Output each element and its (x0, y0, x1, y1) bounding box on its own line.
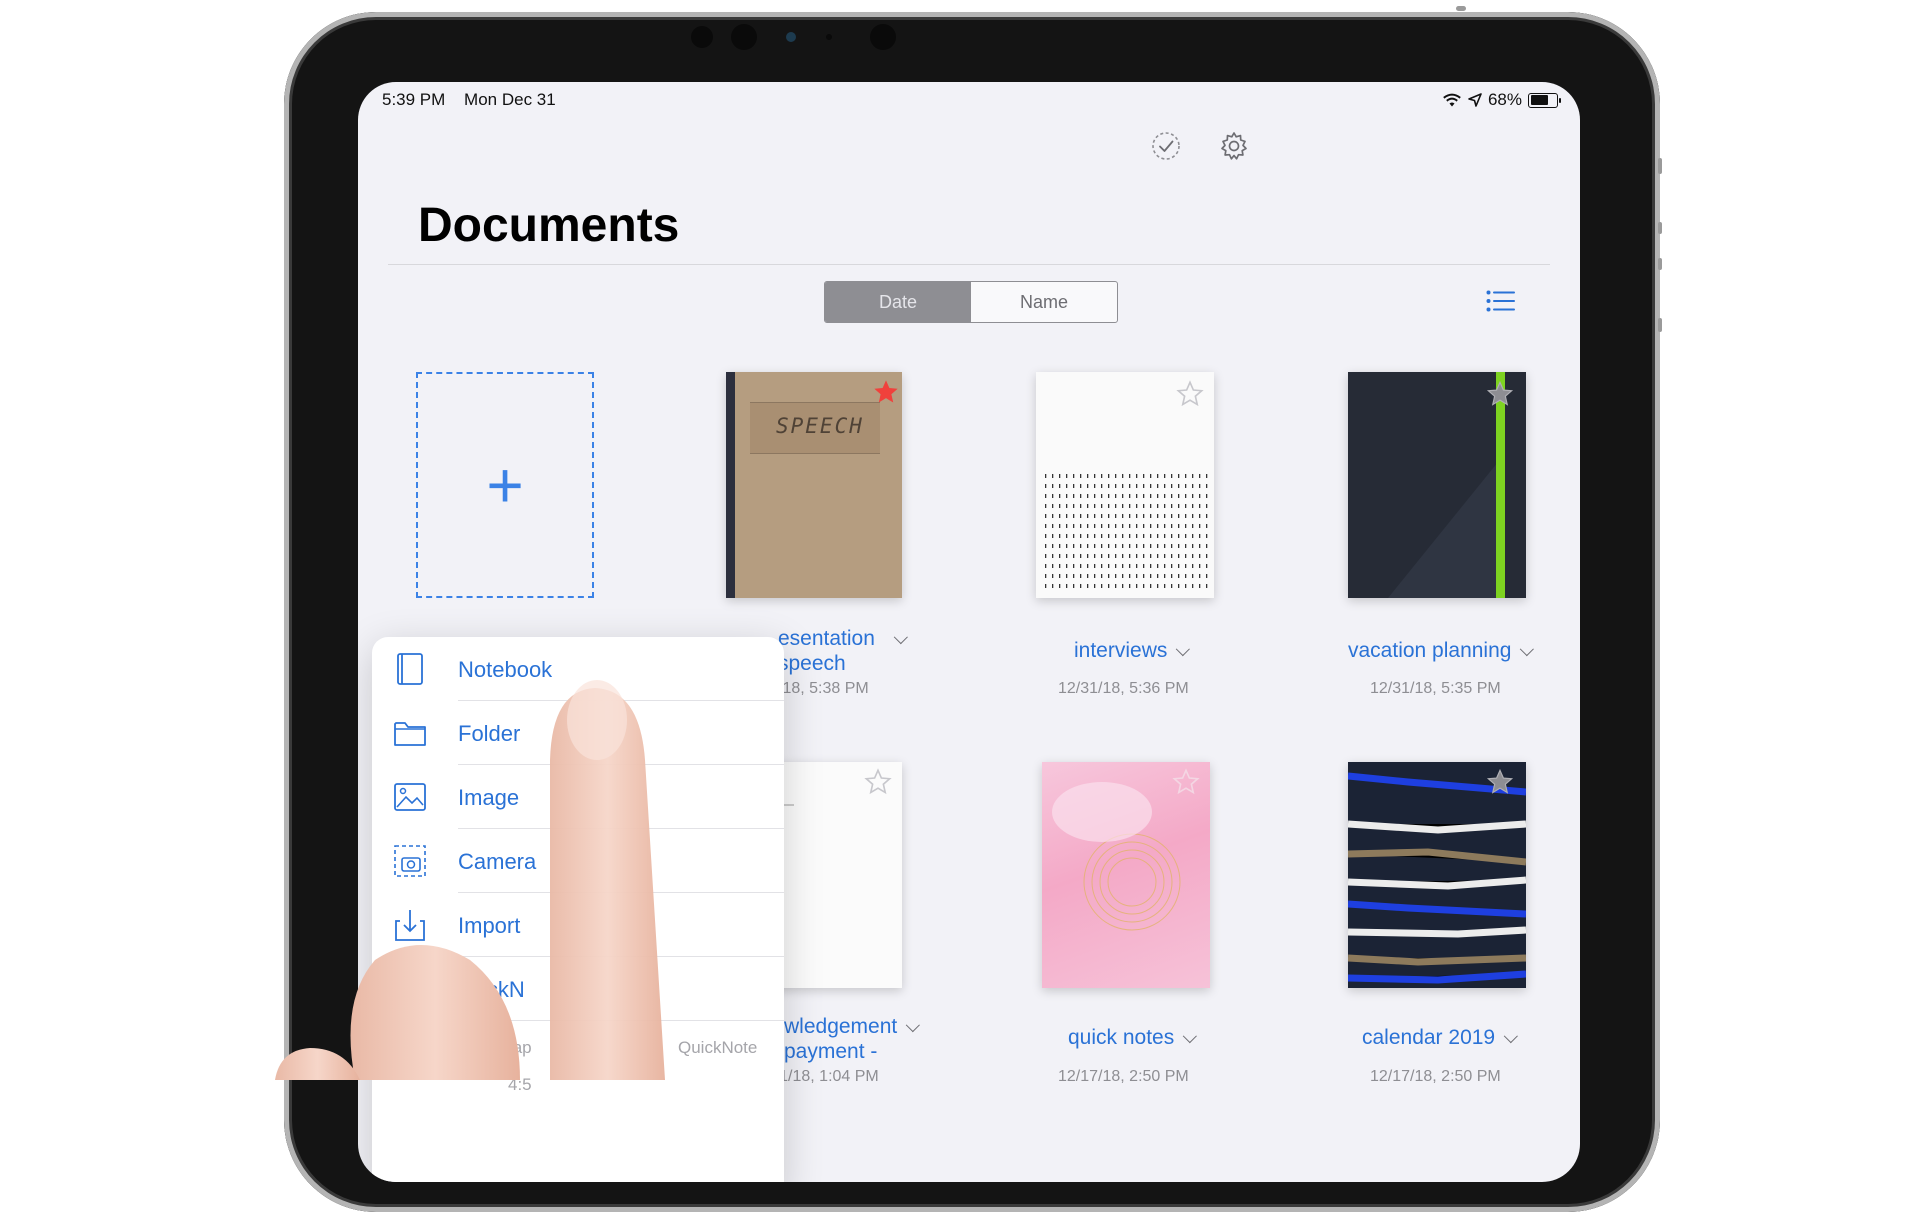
star-filled-icon[interactable] (872, 378, 900, 406)
menu-item-quicknote[interactable]: ickN (372, 957, 784, 1021)
document-name[interactable]: payment - (784, 1040, 877, 1064)
status-bar-left: 5:39 PM Mon Dec 31 (382, 90, 556, 110)
menu-item-label: ickN (482, 977, 525, 1002)
folder-icon (394, 722, 426, 746)
title-divider (388, 264, 1550, 265)
star-outline-icon[interactable] (864, 768, 892, 796)
document-date: 12/31/18, 5:36 PM (1058, 680, 1189, 697)
app-screen: 5:39 PM Mon Dec 31 68% Documents Date Na… (358, 82, 1580, 1182)
new-item-popover: Notebook Folder Image Camera Import ickN… (372, 637, 784, 1182)
plus-icon: + (486, 449, 524, 521)
menu-item-import[interactable]: Import (372, 893, 784, 957)
page-title: Documents (418, 199, 680, 252)
volume-button (1658, 318, 1662, 332)
menu-item-label: Image (458, 785, 520, 810)
menu-item-label: Notebook (458, 657, 553, 682)
status-time: 5:39 PM (382, 90, 446, 109)
document-date: 12/31/18, 5:35 PM (1370, 680, 1501, 697)
new-document-button[interactable]: + (416, 372, 594, 598)
quicknote-hint: QuickNote (678, 1038, 758, 1057)
status-date: Mon Dec 31 (464, 90, 556, 109)
quicknote-hint: 4:5 (508, 1075, 532, 1094)
document-name[interactable]: interviews (1074, 639, 1191, 663)
menu-item-notebook[interactable]: Notebook (372, 637, 784, 701)
cover-spine (726, 372, 735, 598)
star-outline-icon[interactable] (1486, 768, 1514, 796)
camera-dot (826, 34, 832, 40)
menu-item-image[interactable]: Image (372, 765, 784, 829)
volume-button (1658, 158, 1662, 174)
volume-button (1658, 222, 1662, 234)
checkmark-circle-icon[interactable] (1150, 130, 1182, 162)
menu-item-folder[interactable]: Folder (372, 701, 784, 765)
sort-date-segment[interactable]: Date (825, 282, 971, 322)
star-outline-icon[interactable] (1486, 380, 1514, 408)
import-icon (395, 910, 425, 941)
menu-item-label: Import (458, 913, 521, 938)
menu-item-label: Folder (458, 721, 521, 746)
star-outline-icon[interactable] (1172, 768, 1200, 796)
volume-button (1658, 258, 1662, 270)
sort-segmented-control[interactable]: Date Name (824, 281, 1118, 323)
camera-sensor (691, 26, 713, 48)
battery-icon (1528, 92, 1561, 108)
star-outline-icon[interactable] (1176, 380, 1204, 408)
camera-icon (394, 845, 426, 877)
battery-percent: 68% (1487, 90, 1522, 109)
camera-lens (786, 32, 796, 42)
menu-separator (458, 1020, 784, 1021)
quicknote-hint: tap (508, 1038, 532, 1057)
camera-sensor (870, 24, 896, 50)
cover-text: SPEECH (776, 414, 864, 438)
camera-sensor (731, 24, 757, 50)
wifi-icon (1443, 93, 1461, 106)
menu-item-label: Camera (458, 849, 537, 874)
document-name[interactable]: esentation (778, 627, 908, 651)
document-date: /18, 5:38 PM (778, 680, 869, 697)
status-bar-right: 68% (1442, 90, 1561, 110)
gear-icon[interactable] (1218, 130, 1250, 162)
image-icon (394, 783, 426, 811)
document-date: 12/17/18, 2:50 PM (1058, 1068, 1189, 1085)
power-button (1456, 6, 1466, 11)
list-icon[interactable] (1486, 290, 1516, 312)
document-name[interactable]: vacation planning (1348, 639, 1535, 663)
document-name[interactable]: calendar 2019 (1362, 1026, 1519, 1050)
location-icon (1468, 93, 1482, 107)
document-name[interactable]: wledgement (784, 1015, 921, 1039)
sort-name-segment[interactable]: Name (971, 282, 1117, 322)
menu-item-camera[interactable]: Camera (372, 829, 784, 893)
document-date: 12/17/18, 2:50 PM (1370, 1068, 1501, 1085)
document-name[interactable]: quick notes (1068, 1026, 1198, 1050)
notebook-icon (397, 653, 423, 685)
document-name[interactable]: speech (778, 652, 846, 676)
